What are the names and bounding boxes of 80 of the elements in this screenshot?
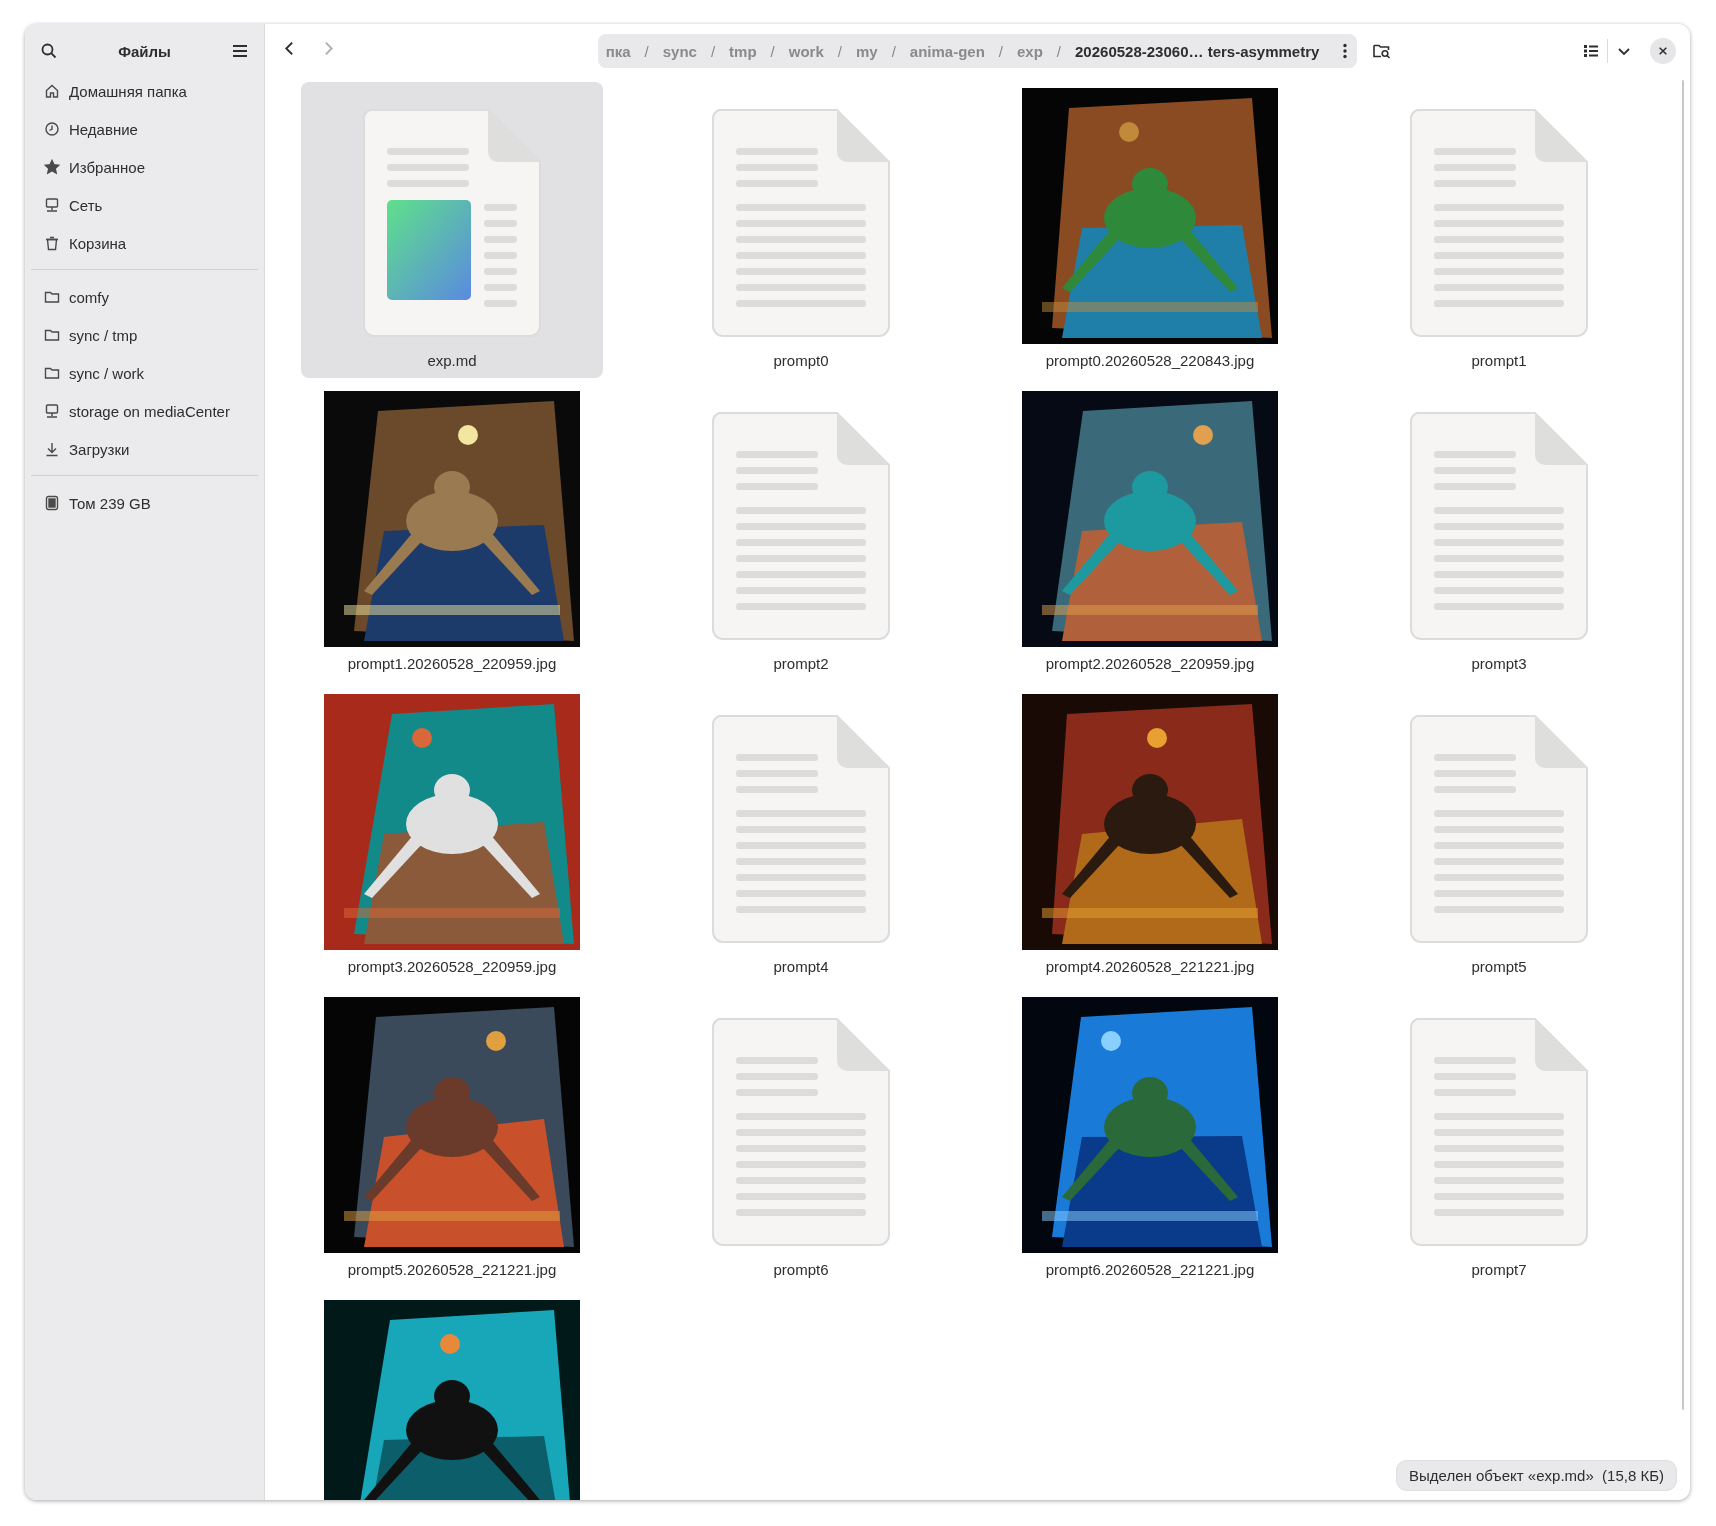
sidebar-item[interactable]: Корзина [31,224,258,262]
file-name: prompt2.20260528_220959.jpg [1045,655,1255,672]
file-name: prompt6 [773,1261,829,1278]
file-item[interactable]: prompt5 [1348,688,1650,984]
file-item[interactable]: prompt4.20260528_221221.jpg [999,688,1301,984]
file-item[interactable]: prompt3 [1348,385,1650,681]
file-name: prompt0.20260528_220843.jpg [1045,352,1255,369]
path-separator: / [709,42,717,60]
sidebar-item[interactable]: storage on mediaCenter [31,392,258,430]
file-name: prompt1.20260528_220959.jpg [347,655,557,672]
file-item[interactable]: prompt7 [1348,991,1650,1287]
drive-icon [44,495,60,511]
network-drive-icon [44,403,60,419]
text-file-icon [711,108,891,338]
file-name: prompt3.20260528_220959.jpg [347,958,557,975]
sidebar-item[interactable]: sync / tmp [31,316,258,354]
star-icon [44,159,60,175]
status-popup: Выделен объект «exp.md» (15,8 КБ) [1397,1461,1676,1490]
sidebar-item[interactable]: Загрузки [31,430,258,468]
file-name: exp.md [427,352,477,369]
file-item[interactable]: prompt0.20260528_220843.jpg [999,82,1301,378]
sidebar-item[interactable]: comfy [31,278,258,316]
path-separator: / [769,42,776,60]
text-file-icon [711,1017,891,1247]
path-separator: / [643,42,650,60]
file-item[interactable]: prompt2 [650,385,952,681]
file-item[interactable]: prompt1 [1348,82,1650,378]
home-icon [44,83,60,99]
list-view-icon[interactable] [1583,43,1599,59]
search-icon[interactable] [41,43,57,59]
path-separator: / [836,42,843,60]
file-name: prompt4.20260528_221221.jpg [1045,958,1255,975]
document-preview-icon [362,108,542,338]
file-name: prompt5.20260528_221221.jpg [347,1261,557,1278]
sidebar-item[interactable]: Сеть [31,186,258,224]
clock-icon [44,121,60,137]
path-segment[interactable]: 20260528-23060… ters-asymmetry [1069,42,1326,60]
file-item[interactable]: prompt0 [650,82,952,378]
text-file-icon [1409,1017,1589,1247]
file-item[interactable]: prompt5.20260528_221221.jpg [301,991,603,1287]
app-title: Файлы [118,42,171,60]
sidebar-item[interactable]: Том 239 GB [31,484,258,522]
sidebar-item[interactable]: sync / work [31,354,258,392]
trash-icon [44,235,60,251]
file-name: prompt3 [1471,655,1527,672]
more-icon[interactable] [1343,43,1348,59]
path-separator: / [1055,42,1063,60]
file-name: prompt6.20260528_221221.jpg [1045,1261,1255,1278]
file-item[interactable]: prompt1.20260528_220959.jpg [301,385,603,681]
sidebar-item[interactable]: Недавние [31,110,258,148]
close-icon [1658,46,1668,56]
sidebar-item[interactable]: Домашняя папка [31,72,258,110]
text-file-icon [1409,714,1589,944]
file-name: prompt2 [773,655,829,672]
sidebar-item[interactable]: Избранное [31,148,258,186]
path-separator: / [890,42,897,60]
folder-icon [44,289,60,305]
file-name: prompt0 [773,352,829,369]
file-item[interactable]: prompt4 [650,688,952,984]
download-icon [44,441,60,457]
close-button[interactable] [1650,38,1676,64]
folder-search-icon[interactable] [1373,43,1392,59]
menu-icon[interactable] [232,43,248,59]
file-name: prompt1 [1471,352,1527,369]
text-file-icon [711,411,891,641]
folder-icon [44,327,60,343]
file-item[interactable]: prompt6 [650,991,952,1287]
file-name: prompt5 [1471,958,1527,975]
text-file-icon [1409,108,1589,338]
text-file-icon [1409,411,1589,641]
path-separator: / [997,42,1004,60]
file-name: prompt7 [1471,1261,1527,1278]
folder-icon [44,365,60,381]
text-file-icon [711,714,891,944]
file-item[interactable]: prompt6.20260528_221221.jpg [999,991,1301,1287]
file-item[interactable]: exp.md [301,82,603,378]
file-item[interactable]: prompt3.20260528_220959.jpg [301,688,603,984]
file-name: prompt4 [773,958,829,975]
network-icon [44,197,60,213]
file-item[interactable]: prompt2.20260528_220959.jpg [999,385,1301,681]
